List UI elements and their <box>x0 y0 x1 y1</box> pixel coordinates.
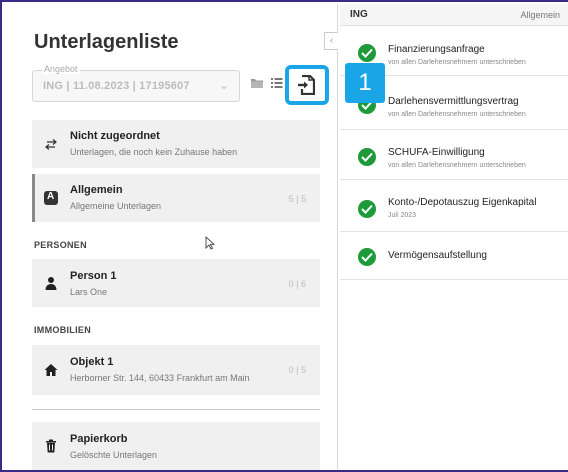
house-icon <box>44 363 58 377</box>
card-count: 5 | 5 <box>288 194 306 204</box>
import-document-button[interactable] <box>285 65 329 105</box>
card-title: Objekt 1 <box>70 356 114 368</box>
angebot-select[interactable]: ING | 11.08.2023 | 17195607 ⌄ <box>32 70 240 102</box>
card-unassigned[interactable]: Nicht zugeordnet Unterlagen, die noch ke… <box>32 120 320 168</box>
trash-icon <box>44 439 58 453</box>
document-list-panel: Unterlagenliste ING | 11.08.2023 | 17195… <box>4 4 338 470</box>
folder-icon[interactable] <box>250 76 266 92</box>
document-title: Darlehensvermittlungsvertrag <box>388 96 519 107</box>
card-trash[interactable]: Papierkorb Gelöschte Unterlagen <box>32 422 320 470</box>
check-icon <box>358 148 376 166</box>
document-subtitle: von allen Darlehensnehmern unterschriebe… <box>388 162 526 169</box>
card-title: Papierkorb <box>70 433 128 445</box>
card-subtitle: Herborner Str. 144, 60433 Frankfurt am M… <box>70 373 250 383</box>
detail-header-category: Allgemein <box>520 10 560 20</box>
check-icon <box>358 248 376 266</box>
card-general[interactable]: A Allgemein Allgemeine Unterlagen 5 | 5 <box>32 174 320 222</box>
angebot-select-label: Angebot <box>42 64 80 74</box>
letter-a-icon: A <box>44 191 58 205</box>
document-title: Vermögensaufstellung <box>388 250 487 261</box>
detail-header: ING Allgemein <box>340 4 568 26</box>
step-number-badge: 1 <box>345 63 385 103</box>
card-property[interactable]: Objekt 1 Herborner Str. 144, 60433 Frank… <box>32 345 320 395</box>
document-item[interactable]: Konto-/Depotauszug Eigenkapital Juli 202… <box>340 180 568 232</box>
document-subtitle: von allen Darlehensnehmern unterschriebe… <box>388 111 526 118</box>
card-subtitle: Lars One <box>70 287 108 297</box>
app-frame: Unterlagenliste ING | 11.08.2023 | 17195… <box>0 0 568 472</box>
card-count: 0 | 6 <box>288 279 306 289</box>
divider <box>32 409 320 410</box>
detail-header-bank: ING <box>350 9 368 20</box>
document-title: Finanzierungsanfrage <box>388 44 485 55</box>
section-heading-persons: PERSONEN <box>34 240 87 250</box>
angebot-select-value: ING | 11.08.2023 | 17195607 <box>43 80 190 92</box>
section-heading-properties: IMMOBILIEN <box>34 325 91 335</box>
card-person[interactable]: Person 1 Lars One 0 | 6 <box>32 259 320 307</box>
card-title: Allgemein <box>70 184 123 196</box>
person-icon <box>44 276 58 290</box>
document-subtitle: von allen Darlehensnehmern unterschriebe… <box>388 59 526 66</box>
document-title: Konto-/Depotauszug Eigenkapital <box>388 197 537 208</box>
card-subtitle: Unterlagen, die noch kein Zuhause haben <box>70 147 238 157</box>
check-icon <box>358 44 376 62</box>
page-title: Unterlagenliste <box>34 31 179 53</box>
document-item[interactable]: Vermögensaufstellung <box>340 232 568 280</box>
card-title: Person 1 <box>70 270 117 282</box>
card-count: 0 | 5 <box>288 365 306 375</box>
card-subtitle: Gelöschte Unterlagen <box>70 450 158 460</box>
check-icon <box>358 200 376 218</box>
mouse-cursor-icon <box>205 235 216 255</box>
chevron-down-icon: ⌄ <box>218 78 229 92</box>
list-view-icon[interactable] <box>270 76 286 92</box>
document-item[interactable]: SCHUFA-Einwilligung von allen Darlehensn… <box>340 130 568 180</box>
card-subtitle: Allgemeine Unterlagen <box>70 201 162 211</box>
document-title: SCHUFA-Einwilligung <box>388 147 485 158</box>
swap-arrows-icon <box>44 137 58 151</box>
file-import-icon <box>297 74 316 96</box>
card-title: Nicht zugeordnet <box>70 130 160 142</box>
collapse-panel-button[interactable]: ‹ <box>324 32 338 50</box>
document-subtitle: Juli 2023 <box>388 212 417 219</box>
